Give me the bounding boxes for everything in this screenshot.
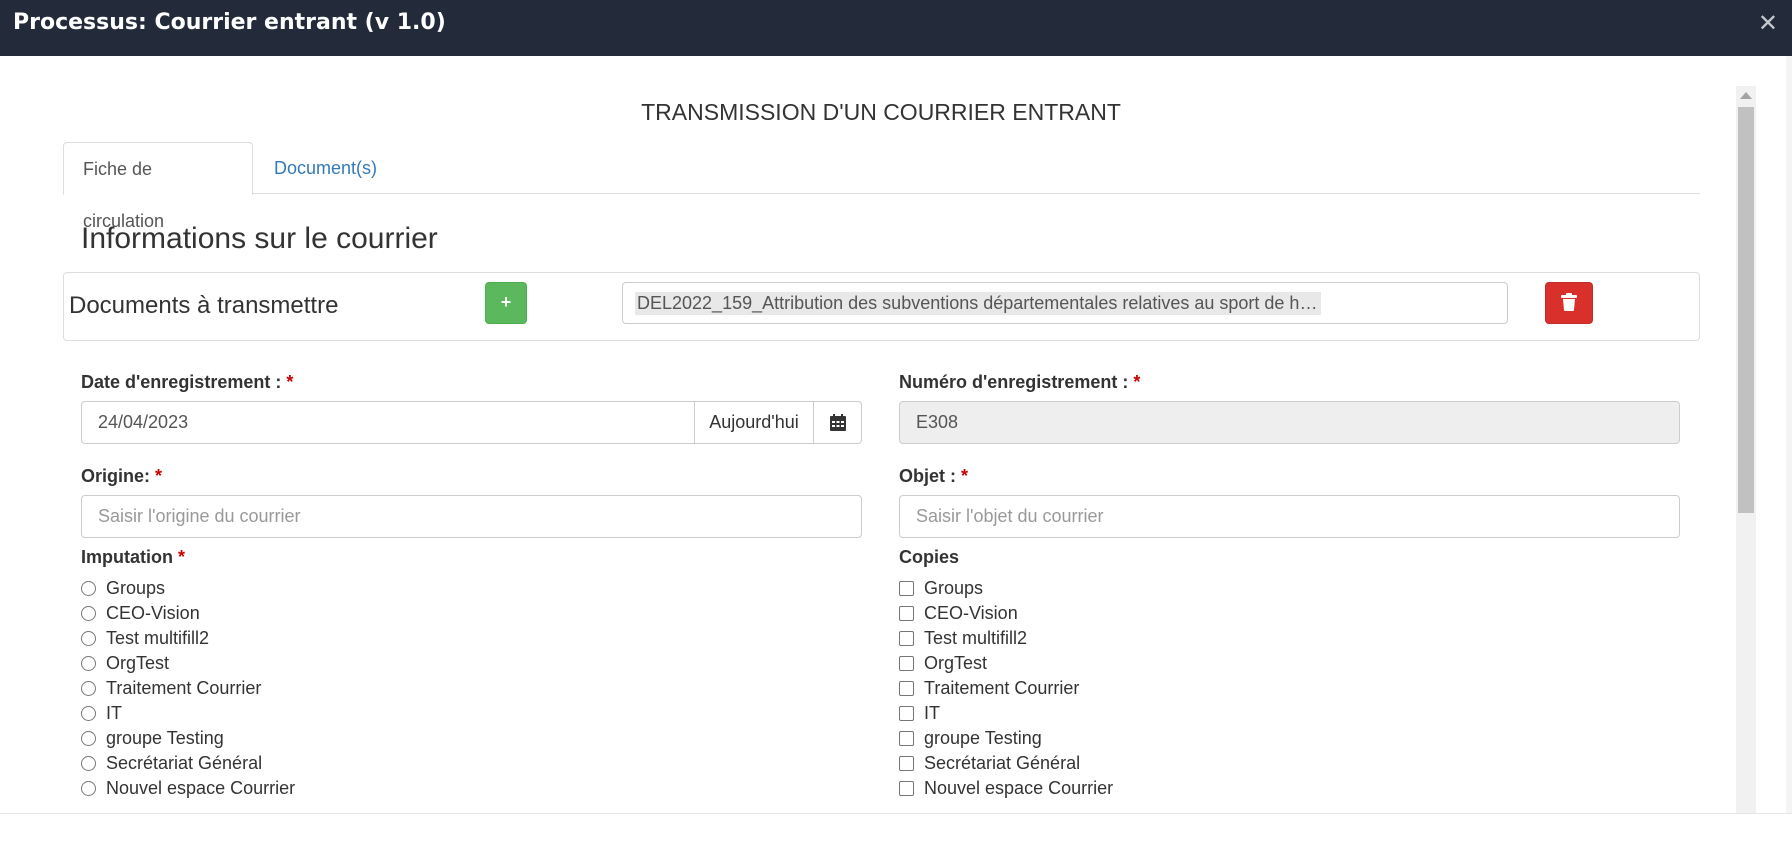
option-label: IT [924,703,940,723]
option-label: Nouvel espace Courrier [106,778,296,798]
origin-input[interactable]: Saisir l'origine du courrier [81,495,862,538]
delete-document-button[interactable] [1545,282,1593,324]
window-titlebar: Processus: Courrier entrant (v 1.0) ✕ [0,0,1792,56]
scrollbar-thumb[interactable] [1738,107,1754,513]
document-file-name: DEL2022_159_Attribution des subventions … [635,292,1321,315]
option-label: Test multifill2 [106,628,210,648]
documents-panel: Documents à transmettre + DEL2022_159_At… [63,272,1700,341]
radio-button[interactable] [81,781,96,796]
checkbox[interactable] [899,656,914,671]
object-label: Objet : * [899,466,968,487]
calendar-icon [830,414,846,431]
option-label: Groups [924,578,984,598]
object-required-mark: * [961,466,969,486]
radio-button[interactable] [81,756,96,771]
date-label: Date d'enregistrement : * [81,372,293,393]
documents-label: Documents à transmettre [69,292,339,319]
window-title: Processus: Courrier entrant (v 1.0) [13,10,446,35]
document-field[interactable]: DEL2022_159_Attribution des subventions … [622,282,1508,324]
radio-button[interactable] [81,706,96,721]
origin-label-text: Origine: [81,466,151,486]
option-label: Test multifill2 [924,628,1028,648]
option-label: Traitement Courrier [106,678,262,698]
number-input: E308 [899,401,1680,444]
add-document-button[interactable]: + [485,282,527,324]
checkbox[interactable] [899,681,914,696]
page-scrollbar[interactable] [1786,56,1792,813]
form-heading: TRANSMISSION D'UN COURRIER ENTRANT [641,99,1121,125]
radio-button[interactable] [81,731,96,746]
radio-button[interactable] [81,656,96,671]
option-label: OrgTest [924,653,988,673]
copies-label: Copies [899,547,960,567]
tab-bar: Fiche de circulation Document(s) [63,142,1700,231]
modal-content: TRANSMISSION D'UN COURRIER ENTRANT Fiche… [0,56,1792,813]
option-label: Traitement Courrier [924,678,1080,698]
calendar-button[interactable] [813,401,862,444]
option-label: Groups [106,578,166,598]
radio-button[interactable] [81,631,96,646]
option-label: groupe Testing [924,728,1042,748]
origin-required-mark: * [155,466,163,486]
option-label: groupe Testing [106,728,224,748]
checkbox[interactable] [899,631,914,646]
date-label-text: Date d'enregistrement : [81,372,282,392]
number-label-text: Numéro d'enregistrement : [899,372,1129,392]
option-label: Secrétariat Général [924,753,1081,773]
option-label: IT [106,703,122,723]
checkbox[interactable] [899,606,914,621]
option-label: Nouvel espace Courrier [924,778,1114,798]
date-input[interactable]: 24/04/2023 [81,401,695,444]
date-required-mark: * [286,372,294,392]
tab-documents[interactable]: Document(s) [255,142,396,195]
imputation-label-text: Imputation [81,547,173,567]
imputation-label: Imputation * [81,547,185,568]
today-button[interactable]: Aujourd'hui [694,401,814,444]
modal-footer-divider [0,813,1792,814]
section-title: Informations sur le courrier [81,222,438,255]
close-icon[interactable]: ✕ [1758,12,1778,36]
checkbox[interactable] [899,581,914,596]
radio-button[interactable] [81,606,96,621]
checkbox[interactable] [899,731,914,746]
radio-button[interactable] [81,681,96,696]
checkbox[interactable] [899,781,914,796]
trash-icon [1561,293,1577,311]
tab-fiche-de-circulation[interactable]: Fiche de circulation [63,142,253,231]
option-label: CEO-Vision [106,603,200,623]
radio-button[interactable] [81,581,96,596]
object-input[interactable]: Saisir l'objet du courrier [899,495,1680,538]
option-label: CEO-Vision [924,603,1018,623]
checkbox[interactable] [899,756,914,771]
object-label-text: Objet : [899,466,956,486]
number-required-mark: * [1133,372,1141,392]
imputation-required-mark: * [178,547,186,567]
option-label: OrgTest [106,653,170,673]
origin-label: Origine: * [81,466,162,487]
option-label: Secrétariat Général [106,753,263,773]
scroll-up-arrow-icon[interactable] [1740,92,1752,99]
checkbox[interactable] [899,706,914,721]
number-label: Numéro d'enregistrement : * [899,372,1140,393]
